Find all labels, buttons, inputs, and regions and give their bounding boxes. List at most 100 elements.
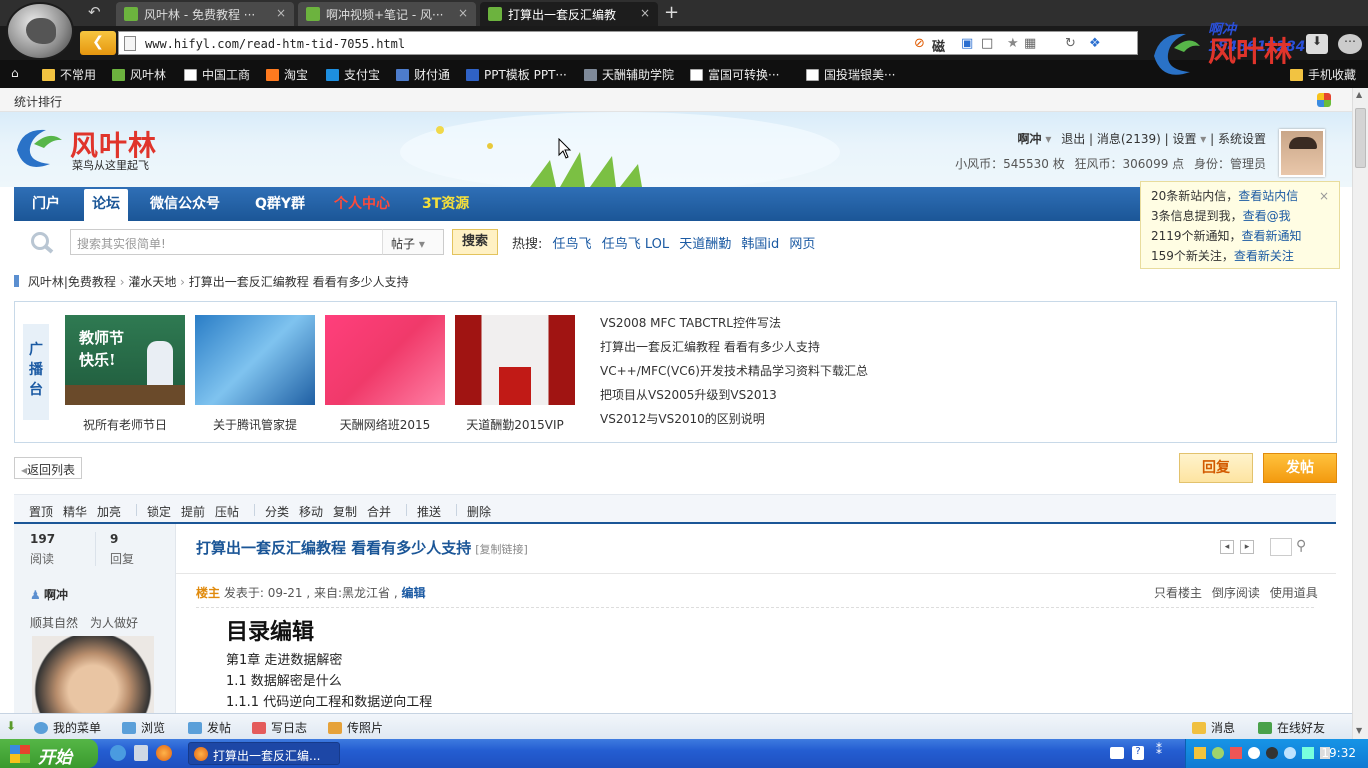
skin-icon[interactable] <box>1317 93 1331 107</box>
stats-link[interactable]: 统计排行 <box>14 93 62 110</box>
ie-icon[interactable] <box>110 745 126 761</box>
copy-link[interactable]: [复制链接] <box>475 543 528 556</box>
tray-icon[interactable] <box>1194 747 1206 759</box>
mod-move[interactable]: 移动 <box>299 503 323 520</box>
bookmark-item[interactable]: PPT模板 PPT··· <box>466 66 567 83</box>
write-blog-button[interactable]: 写日志 <box>252 719 307 736</box>
scroll-up-icon[interactable]: ▲ <box>1356 90 1362 99</box>
bookmark-item[interactable]: 富国可转换··· <box>690 66 779 83</box>
browser-tab-2[interactable]: 啊冲视频+笔记 - 风··· × <box>298 2 476 26</box>
back-arrow-icon[interactable]: ↶ <box>88 3 101 21</box>
hot-search-link[interactable]: 网页 <box>789 237 815 252</box>
mod-highlight[interactable]: 加亮 <box>97 503 121 520</box>
breadcrumb-board[interactable]: 灌水天地 <box>128 275 176 289</box>
online-friends-button[interactable]: 在线好友 <box>1258 719 1325 736</box>
messages-link[interactable]: 消息(2139) <box>1097 132 1161 146</box>
prev-thread-icon[interactable]: ◂ <box>1220 540 1234 554</box>
messages-button[interactable]: 消息 <box>1192 719 1235 736</box>
tray-icon[interactable] <box>1230 747 1242 759</box>
author-avatar[interactable] <box>32 636 154 716</box>
bookmark-item[interactable]: 国投瑞银美··· <box>806 66 895 83</box>
bookmark-item[interactable]: 支付宝 <box>326 66 380 83</box>
magnet-label[interactable]: 磁 <box>932 36 945 55</box>
back-button[interactable]: ❮ <box>80 31 116 55</box>
nav-forum[interactable]: 论坛 <box>84 189 128 221</box>
wrench-icon[interactable]: ⚲ <box>1296 538 1306 554</box>
tray-icon[interactable] <box>1284 747 1296 759</box>
paw-search-icon[interactable]: ❖ <box>1089 36 1101 51</box>
close-icon[interactable]: × <box>1319 186 1329 206</box>
close-tab-icon[interactable]: × <box>458 6 468 20</box>
ad-image-vip2015[interactable] <box>455 315 575 405</box>
menu-icon[interactable]: ⋯ <box>1338 34 1362 54</box>
tray-icon[interactable] <box>1248 747 1260 759</box>
reply-button[interactable]: 回复 <box>1179 453 1253 483</box>
ad-caption[interactable]: 天道酬勤2015VIP <box>445 416 585 433</box>
firefox-icon[interactable] <box>156 745 172 761</box>
ad-image-teachers-day[interactable]: 教师节快乐! <box>65 315 185 405</box>
logout-link[interactable]: 退出 <box>1061 132 1085 146</box>
hot-search-link[interactable]: 天道酬勤 <box>679 237 731 252</box>
taskbar-app-browser[interactable]: 打算出一套反汇编... <box>188 742 340 765</box>
mod-pin[interactable]: 置顶 <box>29 503 53 520</box>
qq-penguin-icon[interactable] <box>1266 747 1278 759</box>
broadcast-link[interactable]: VC++/MFC(VC6)开发技术精品学习资料下载汇总 <box>600 362 868 379</box>
qrcode-icon[interactable]: ▦ <box>1024 36 1036 51</box>
bookmark-item[interactable]: 淘宝 <box>266 66 308 83</box>
view-messages-link[interactable]: 查看站内信 <box>1238 189 1298 203</box>
close-tab-icon[interactable]: × <box>276 6 286 20</box>
system-settings-link[interactable]: 系统设置 <box>1218 132 1266 146</box>
keyboard-icon[interactable] <box>1110 747 1124 759</box>
bookmark-item[interactable]: 财付通 <box>396 66 450 83</box>
media-icon[interactable] <box>134 745 148 761</box>
broadcast-link[interactable]: VS2008 MFC TABCTRL控件写法 <box>600 314 781 331</box>
bookmark-item[interactable]: 风叶林 <box>112 66 166 83</box>
search-input[interactable]: 搜索其实很简单! <box>70 229 383 255</box>
browser-tab-3-active[interactable]: 打算出一套反汇编教 × <box>480 2 658 26</box>
refresh-icon[interactable]: ↻ <box>1065 36 1076 51</box>
network-icon[interactable] <box>1302 747 1314 759</box>
ad-caption[interactable]: 天酬网络班2015 <box>315 416 455 433</box>
browser-tab-1[interactable]: 风叶林 - 免费教程 ··· × <box>116 2 294 26</box>
settings-menu[interactable]: 设置 <box>1172 132 1196 146</box>
mod-delete[interactable]: 删除 <box>467 503 491 520</box>
view-followers-link[interactable]: 查看新关注 <box>1234 249 1294 263</box>
window-icon[interactable]: □ <box>981 36 993 51</box>
post-button[interactable]: 发帖 <box>188 719 231 736</box>
bookmark-item[interactable]: 中国工商 <box>184 66 250 83</box>
upload-photo-button[interactable]: 传照片 <box>328 719 383 736</box>
mod-bump[interactable]: 提前 <box>181 503 205 520</box>
url-input[interactable]: www.hifyl.com/read-htm-tid-7055.html ⊘ 磁… <box>118 31 1138 55</box>
breadcrumb-home[interactable]: 风叶林|免费教程 <box>28 275 116 289</box>
tray-expand-icon[interactable]: ⁑ <box>1156 743 1162 757</box>
mod-lock[interactable]: 锁定 <box>147 503 171 520</box>
ie-mode-icon[interactable]: ▣ <box>961 36 973 51</box>
ad-caption[interactable]: 祝所有老师节日 <box>55 416 195 433</box>
nav-personal-center[interactable]: 个人中心 <box>326 187 398 221</box>
ad-image-class2015[interactable] <box>325 315 445 405</box>
mod-digest[interactable]: 精华 <box>63 503 87 520</box>
home-icon[interactable]: ⌂ <box>11 66 19 80</box>
author-name[interactable]: 啊冲 <box>44 586 68 603</box>
mod-category[interactable]: 分类 <box>265 503 289 520</box>
new-post-button[interactable]: 发帖 <box>1263 453 1337 483</box>
star-icon[interactable]: ★ <box>1007 36 1019 51</box>
search-type-select[interactable]: 帖子 ▾ <box>382 229 444 255</box>
reverse-order-link[interactable]: 倒序阅读 <box>1212 586 1260 600</box>
download-icon[interactable]: ⬇ <box>1306 34 1328 54</box>
browser-logo[interactable] <box>6 2 74 60</box>
only-author-link[interactable]: 只看楼主 <box>1154 586 1202 600</box>
scroll-thumb[interactable] <box>1355 108 1366 168</box>
mod-copy[interactable]: 复制 <box>333 503 357 520</box>
bookmark-folder[interactable]: 不常用 <box>42 66 96 83</box>
view-mentions-link[interactable]: 查看@我 <box>1243 209 1291 223</box>
back-to-list-button[interactable]: ◂返回列表 <box>14 457 83 479</box>
search-button[interactable]: 搜索 <box>452 229 498 255</box>
username-menu[interactable]: 啊冲 <box>1018 132 1042 146</box>
edit-link[interactable]: 编辑 <box>402 586 426 600</box>
font-size-box[interactable] <box>1270 538 1292 556</box>
ad-caption[interactable]: 关于腾讯管家提 <box>185 416 325 433</box>
use-tools-link[interactable]: 使用道具 <box>1270 586 1318 600</box>
mod-push[interactable]: 推送 <box>417 503 441 520</box>
close-tab-icon[interactable]: × <box>640 6 650 20</box>
